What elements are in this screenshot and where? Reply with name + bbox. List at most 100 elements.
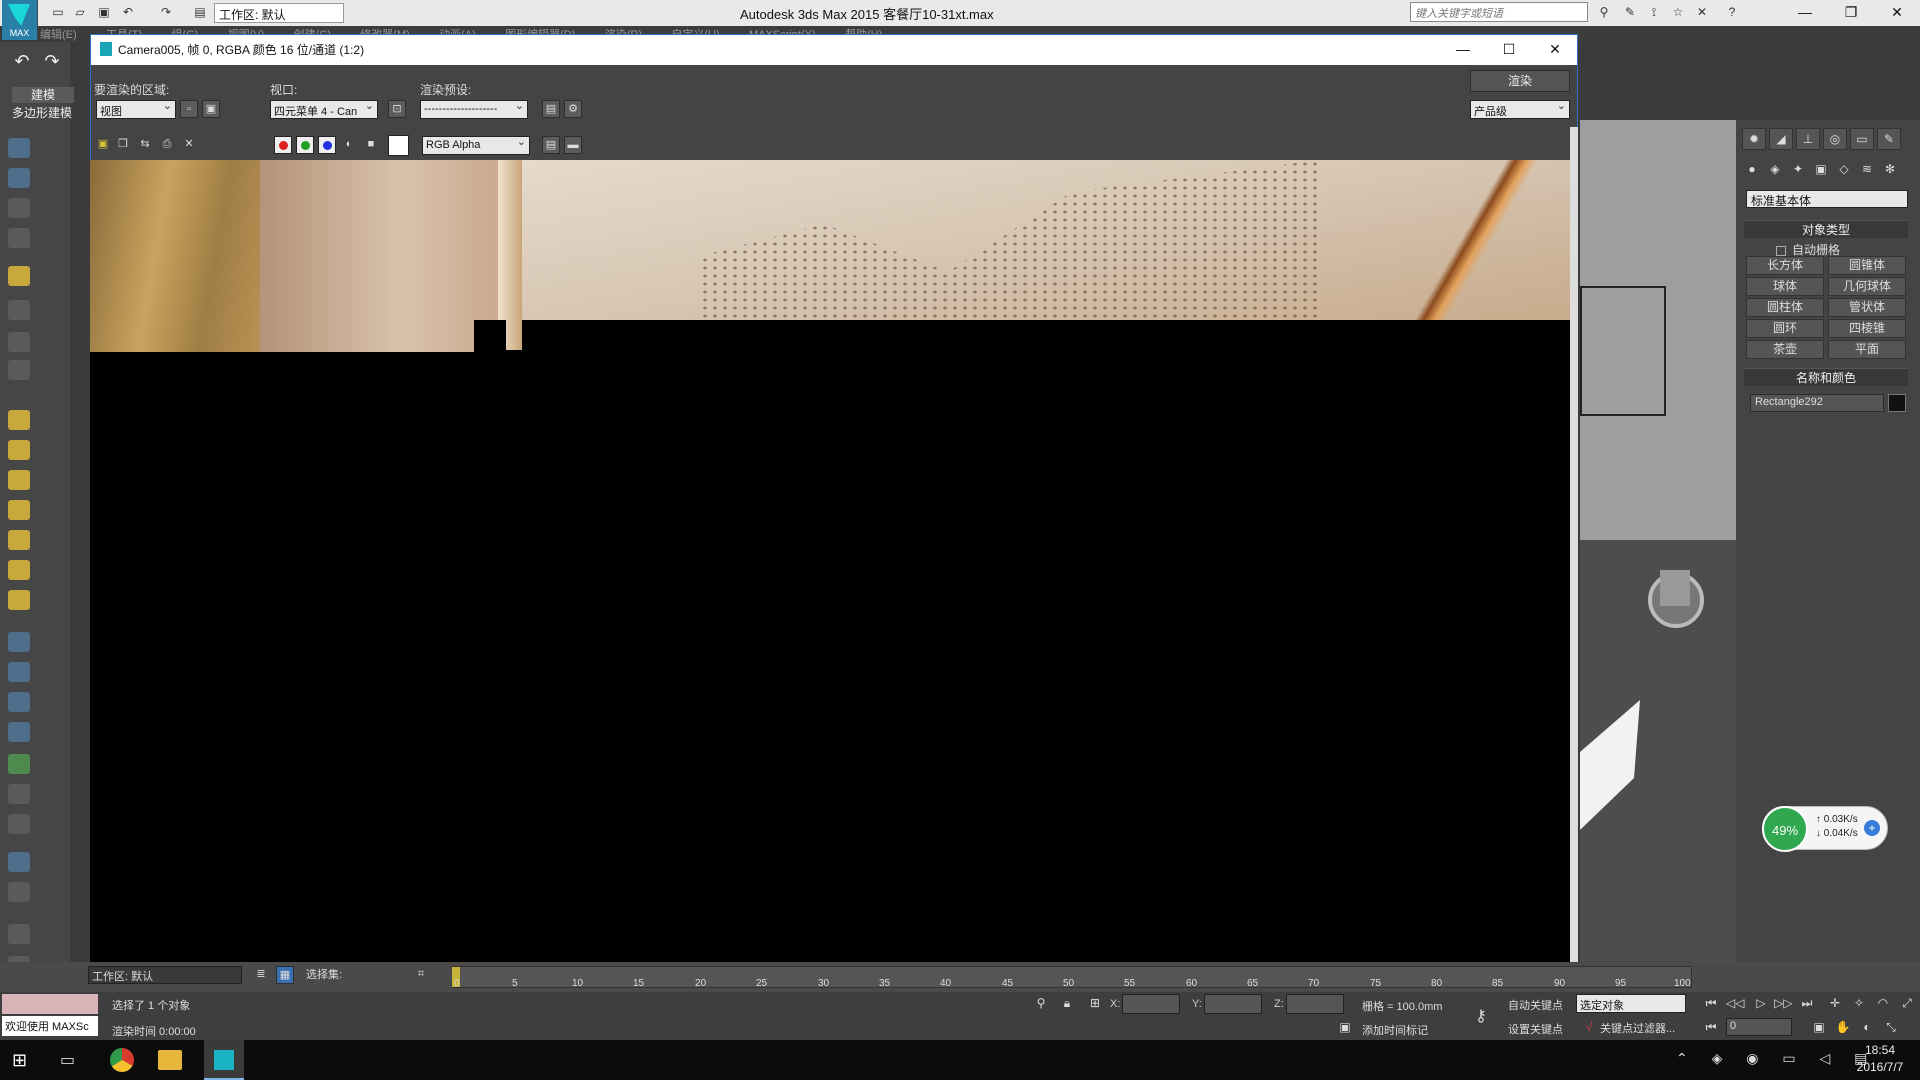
quality-dropdown[interactable]: 产品级 [1470,100,1570,119]
globe-icon[interactable] [8,590,30,610]
undo-icon[interactable]: ↶ [14,52,30,70]
object-pyramid-button[interactable]: 四棱锥 [1828,319,1906,338]
maxscript-listener-pink[interactable] [2,994,98,1014]
motion-tab-icon[interactable]: ◎ [1823,128,1847,150]
area-dropdown[interactable]: 视图 [96,100,176,119]
z-coordinate-field[interactable] [1286,994,1344,1014]
layer-manager-icon[interactable]: ≣ [252,966,270,984]
object-plane-button[interactable]: 平面 [1828,340,1906,359]
light-icon[interactable] [8,266,30,286]
category-dropdown[interactable]: 标准基本体 [1746,190,1908,208]
video-icon[interactable] [8,360,30,380]
tools-icon[interactable]: ✎ [1622,5,1638,19]
spacewarps-icon[interactable]: ≋ [1857,160,1877,178]
preset-dropdown[interactable]: -------------------- [420,100,528,119]
exchange-icon[interactable]: ✕ [1694,5,1710,19]
undo-icon[interactable]: ↶ [120,5,136,19]
teapot-icon[interactable] [8,138,30,158]
maximize-button[interactable]: ❐ [1828,0,1874,26]
box-icon[interactable] [8,410,30,430]
systems-icon[interactable]: ✻ [1880,160,1900,178]
list-icon[interactable] [8,198,30,218]
copy-image-icon[interactable]: ❐ [114,136,132,154]
orbit-icon[interactable]: ◠ [1874,996,1892,1012]
save-file-icon[interactable]: ▣ [96,5,112,19]
display-tab-icon[interactable]: ▭ [1850,128,1874,150]
calculator-icon[interactable] [8,882,30,902]
binoculars-icon[interactable]: ⚲ [1596,5,1612,19]
key-filters-button[interactable]: 关键点过滤器... [1600,1020,1675,1036]
favorites-icon[interactable]: ☆ [1670,5,1686,19]
object-color-swatch[interactable] [1888,394,1906,412]
molecule-icon[interactable] [8,662,30,682]
red-channel-toggle[interactable] [274,136,292,154]
table-icon[interactable] [8,228,30,248]
help-icon[interactable]: ? [1724,5,1740,19]
cone-icon[interactable] [8,530,30,550]
go-to-start-icon[interactable]: ⏮ [1702,996,1720,1012]
dome-icon[interactable] [8,440,30,460]
current-frame-field[interactable]: 0 [1726,1018,1792,1036]
viewport-dropdown[interactable]: 四元菜单 4 - Can [270,100,378,119]
particles-icon[interactable] [8,632,30,652]
chrome-icon[interactable] [110,1048,134,1072]
redo-icon[interactable]: ↷ [158,5,174,19]
auto-key-button[interactable]: 自动关键点 [1508,997,1563,1013]
taskbar-time[interactable]: 18:54 [1848,1043,1912,1057]
camera-icon[interactable] [8,300,30,320]
blue-channel-toggle[interactable] [318,136,336,154]
windows-start-icon[interactable]: ⊞ [12,1050,34,1070]
rollout-object-type[interactable]: 对象类型 [1744,220,1908,238]
background-color-swatch[interactable] [388,135,409,156]
toggle-ui-overlay-icon[interactable]: ▤ [542,136,560,154]
sun-icon[interactable] [8,560,30,580]
monochrome-icon[interactable]: ■ [362,136,380,154]
lock-icon[interactable]: ⊡ [388,100,406,118]
time-tag-icon[interactable]: ▣ [1336,1020,1354,1036]
key-icon[interactable]: ⚷ [1472,1006,1490,1025]
close-button[interactable]: ✕ [1874,0,1920,26]
object-geosphere-button[interactable]: 几何球体 [1828,277,1906,296]
shapes-icon[interactable]: ◈ [1765,160,1785,178]
render-window-minimize[interactable]: — [1440,35,1486,65]
search-input[interactable]: 键入关键字或短语 [1410,2,1588,22]
channel-dropdown[interactable]: RGB Alpha [422,136,530,155]
task-view-icon[interactable]: ▭ [60,1050,82,1070]
workspace-selector[interactable]: 工作区: 默认 [88,966,242,984]
render-window-scrollbar[interactable] [1570,127,1578,964]
teapot-small-icon[interactable] [8,500,30,520]
absolute-mode-icon[interactable]: ⊞ [1086,996,1104,1012]
sound-icon[interactable] [8,332,30,352]
material-icon[interactable] [8,814,30,834]
edit-region-icon[interactable]: ▫ [180,100,198,118]
maximize-viewport-icon[interactable]: ⤢ [1898,996,1916,1012]
clone-window-icon[interactable]: ⇆ [136,136,154,154]
render-frame-icon[interactable] [8,168,30,188]
minimize-button[interactable]: — [1782,0,1828,26]
object-tube-button[interactable]: 管状体 [1828,298,1906,317]
object-cylinder-button[interactable]: 圆柱体 [1746,298,1824,317]
max-logo-button[interactable]: MAX [2,0,38,40]
save-image-icon[interactable]: ▣ [94,136,112,154]
rollout-name-color[interactable]: 名称和颜色 [1744,368,1908,386]
hierarchy-tab-icon[interactable]: ⊥ [1796,128,1820,150]
workspace-dropdown[interactable]: 工作区: 默认 [214,3,344,23]
gear-icon[interactable] [8,722,30,742]
object-name-field[interactable]: Rectangle292 [1750,394,1884,412]
selection-lock-icon[interactable]: ▦ [276,966,294,984]
ribbon-tab-modeling[interactable]: 建模 [12,87,74,103]
cameras-icon[interactable]: ▣ [1811,160,1831,178]
object-cone-button[interactable]: 圆锥体 [1828,256,1906,275]
zoom-all-icon[interactable]: ✧ [1850,996,1868,1012]
add-time-tag[interactable]: 添加时间标记 [1362,1022,1428,1038]
object-box-button[interactable]: 长方体 [1746,256,1824,275]
maxscript-mini-listener[interactable]: 欢迎使用 MAXSc [2,1016,98,1036]
field-of-view-icon[interactable]: ◐ [1858,1020,1876,1036]
grass-icon[interactable] [8,754,30,774]
pan-icon[interactable]: ✋ [1834,1020,1852,1036]
utilities-tab-icon[interactable]: ✎ [1877,128,1901,150]
clear-icon[interactable]: ✕ [180,136,198,154]
taskbar-date[interactable]: 2016/7/7 [1848,1060,1912,1074]
zoom-extents-icon[interactable]: ✛ [1826,996,1844,1012]
time-config-icon[interactable]: ▣ [1810,1020,1828,1036]
